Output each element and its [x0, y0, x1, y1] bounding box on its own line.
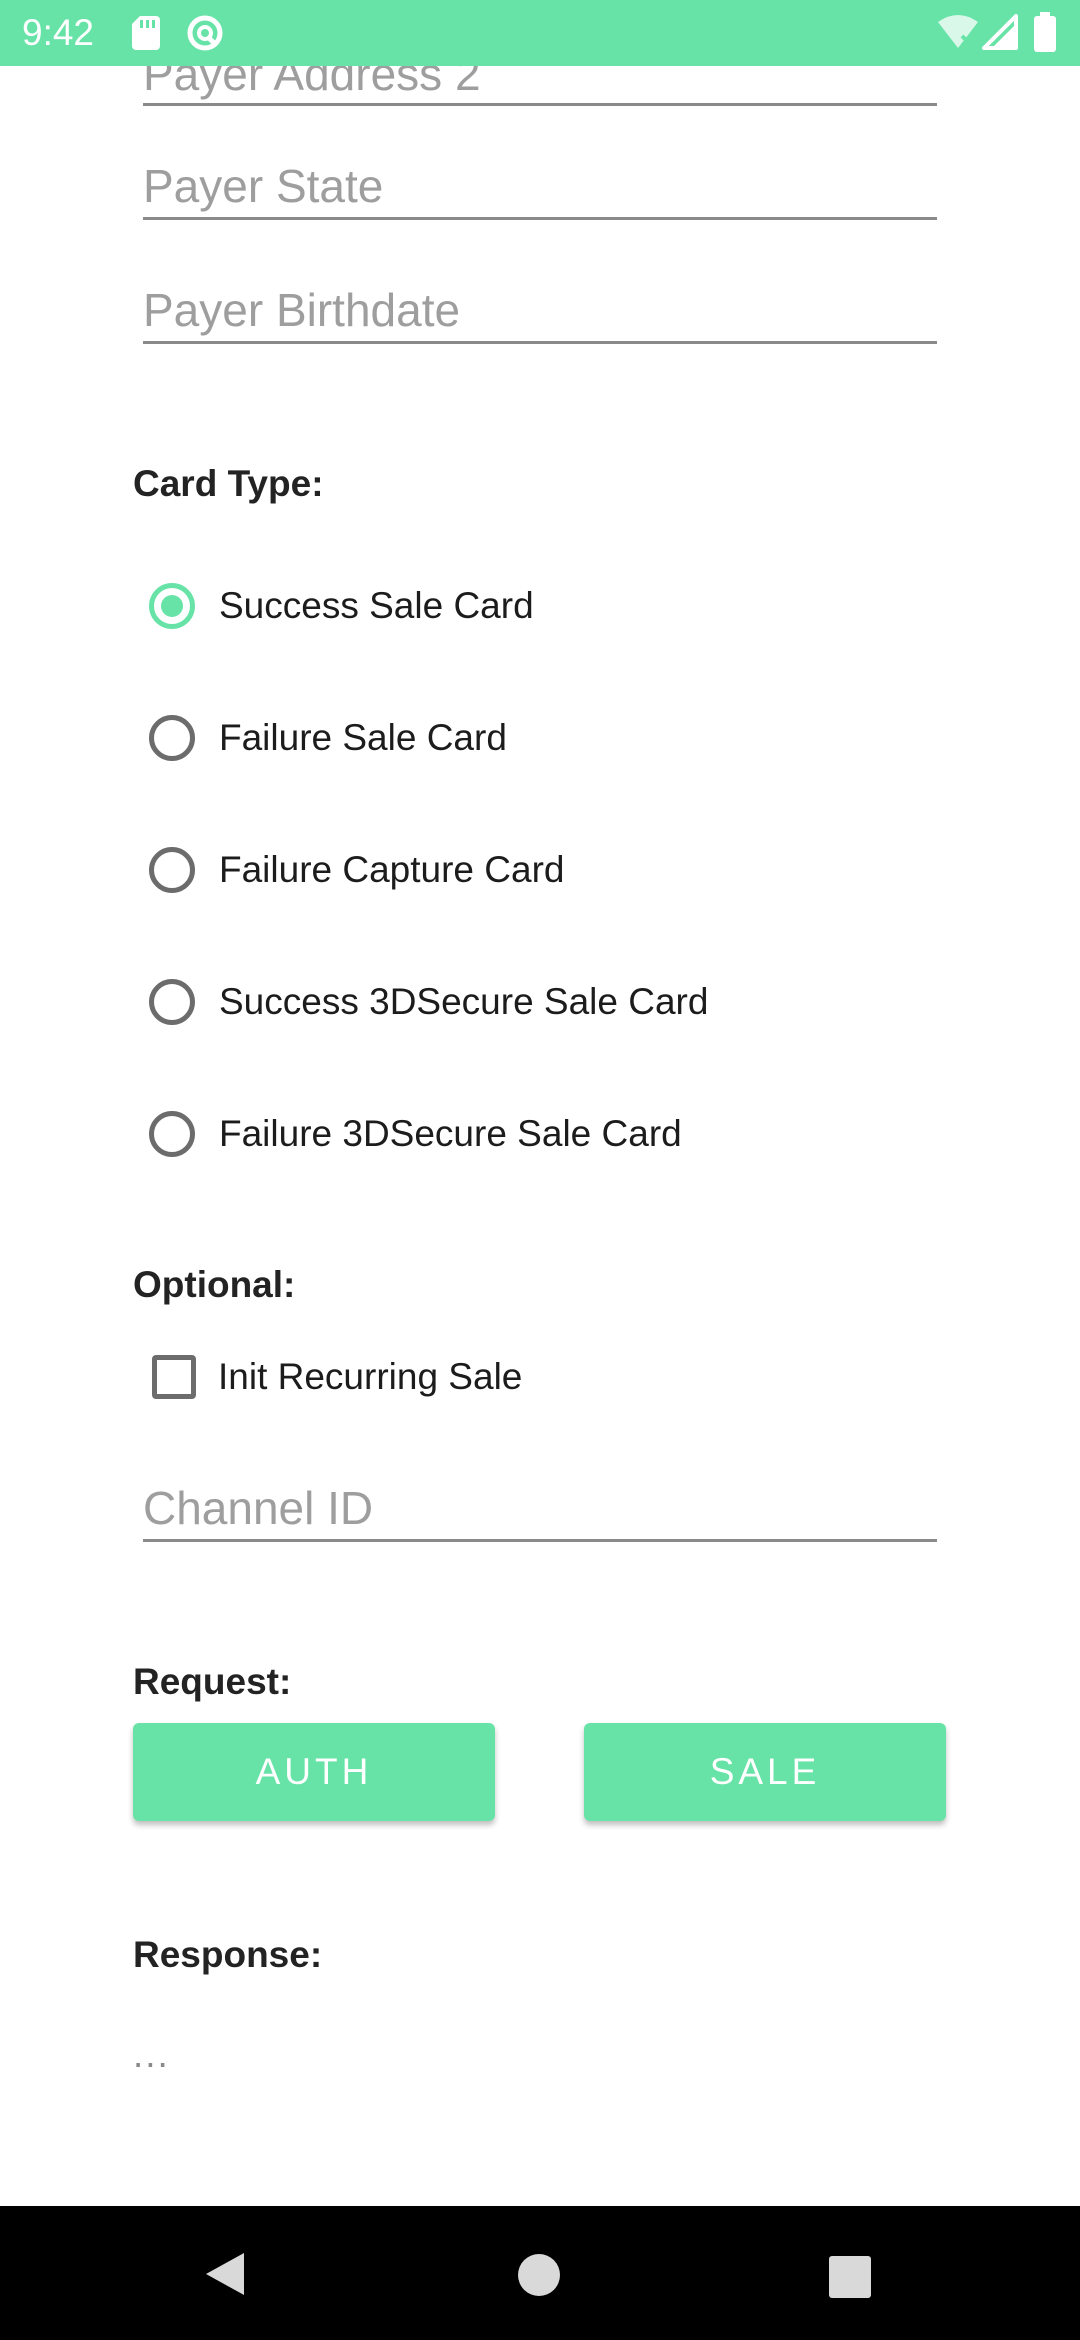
checkbox-label: Init Recurring Sale [218, 1356, 523, 1397]
sale-button[interactable]: SALE [584, 1723, 946, 1821]
channel-id-input[interactable] [143, 1481, 937, 1535]
auth-button[interactable]: AUTH [133, 1723, 495, 1821]
init-recurring-sale-checkbox[interactable]: Init Recurring Sale [146, 1347, 522, 1407]
radio-failure-capture-card[interactable]: Failure Capture Card [146, 840, 564, 900]
radio-label: Success 3DSecure Sale Card [219, 981, 709, 1022]
vpn-icon [187, 15, 223, 51]
response-label: Response: [133, 1934, 323, 1975]
response-value: ... [133, 2034, 170, 2075]
payer-birthdate-input[interactable] [143, 283, 937, 337]
checkbox[interactable] [152, 1355, 196, 1399]
request-label: Request: [133, 1661, 292, 1702]
radio-label: Failure Sale Card [219, 717, 507, 758]
radio-button-checked[interactable] [149, 583, 195, 629]
form-content[interactable]: Card Type: Success Sale Card Failure Sal… [0, 66, 1080, 2206]
navigation-bar [0, 2206, 1080, 2340]
payer-state-field[interactable] [143, 158, 937, 220]
status-time: 9:42 [22, 12, 95, 53]
recents-icon[interactable] [828, 2255, 872, 2299]
back-icon[interactable] [200, 2249, 250, 2299]
card-type-label: Card Type: [133, 463, 324, 504]
signal-icon [982, 14, 1018, 50]
channel-id-field[interactable] [143, 1480, 937, 1542]
radio-label: Success Sale Card [219, 585, 534, 626]
radio-button[interactable] [149, 847, 195, 893]
wifi-icon [938, 15, 978, 48]
radio-success-sale-card[interactable]: Success Sale Card [146, 576, 534, 636]
radio-button[interactable] [149, 715, 195, 761]
radio-button[interactable] [149, 979, 195, 1025]
radio-failure-sale-card[interactable]: Failure Sale Card [146, 708, 507, 768]
payer-state-input[interactable] [143, 159, 937, 213]
radio-failure-3dsecure-sale-card[interactable]: Failure 3DSecure Sale Card [146, 1104, 682, 1164]
radio-label: Failure Capture Card [219, 849, 565, 890]
payer-address2-field[interactable] [143, 66, 937, 106]
home-icon[interactable] [517, 2253, 561, 2297]
payer-birthdate-field[interactable] [143, 282, 937, 344]
status-bar: 9:42 [0, 0, 1080, 66]
radio-button[interactable] [149, 1111, 195, 1157]
sd-card-icon [132, 16, 160, 50]
radio-success-3dsecure-sale-card[interactable]: Success 3DSecure Sale Card [146, 972, 708, 1032]
payer-address2-input[interactable] [143, 66, 937, 101]
battery-icon [1034, 12, 1056, 52]
radio-label: Failure 3DSecure Sale Card [219, 1113, 682, 1154]
optional-label: Optional: [133, 1264, 296, 1305]
